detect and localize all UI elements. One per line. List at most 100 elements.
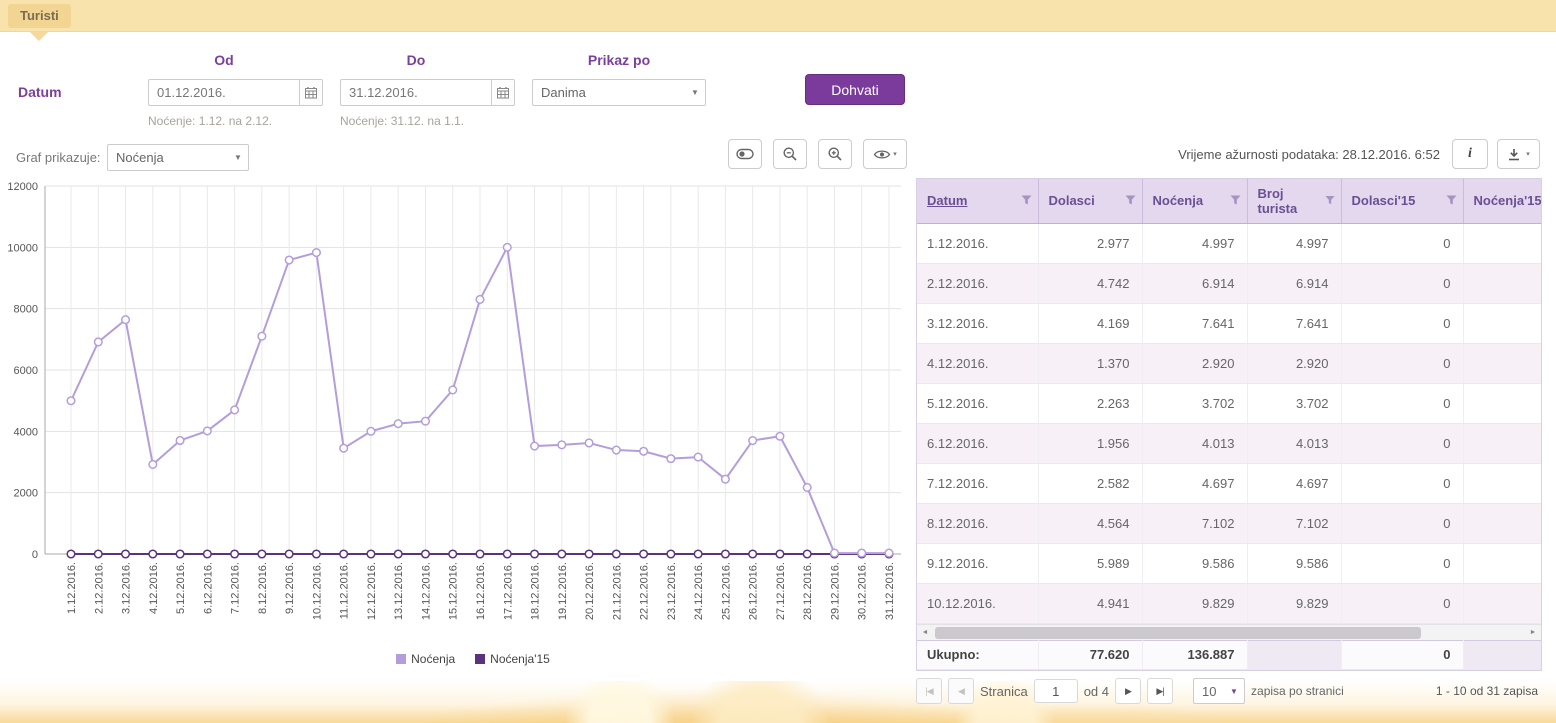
top-bar: Turisti [0,0,1556,32]
table-row[interactable]: 7.12.2016.2.5824.6974.6970 [917,463,1542,503]
prikaz-po-label: Prikaz po [532,52,706,68]
column-header[interactable]: Broj turista [1247,179,1341,223]
table-row[interactable]: 6.12.2016.1.9564.0134.0130 [917,423,1542,463]
svg-text:1.12.2016.: 1.12.2016. [66,562,78,614]
pagination-bar: |◀ ◀ Stranica od 4 ▶ ▶| 10 ▼ zapisa po s… [916,676,1540,706]
zoom-in-icon [827,146,843,162]
table-row[interactable]: 10.12.2016.4.9419.8299.8290 [917,583,1542,623]
table-cell: 5.12.2016. [917,383,1038,423]
svg-text:13.12.2016.: 13.12.2016. [393,562,405,620]
table-cell [1463,303,1542,343]
date-from-group: Od Noćenje: 1.12. na 2.12. [148,52,323,128]
table-cell: 4.12.2016. [917,343,1038,383]
legend-item[interactable]: Noćenja'15 [475,652,550,666]
page-count-label: od 4 [1084,684,1109,699]
svg-text:7.12.2016.: 7.12.2016. [230,562,242,614]
stranica-label: Stranica [980,684,1028,699]
table-cell [1463,503,1542,543]
filter-icon[interactable] [1125,195,1136,206]
toggle-icon [736,147,754,161]
page-size-suffix: zapisa po stranici [1251,684,1344,698]
column-header[interactable]: Dolasci [1038,179,1142,223]
download-button[interactable]: ▾ [1497,139,1540,169]
series-visibility-button[interactable]: ▾ [863,139,907,169]
next-page-button[interactable]: ▶ [1115,678,1141,704]
column-header-label: Broj turista [1258,186,1321,216]
calendar-icon [304,86,318,99]
table-row[interactable]: 3.12.2016.4.1697.6417.6410 [917,303,1542,343]
column-header[interactable]: Noćenja [1142,179,1247,223]
last-page-button[interactable]: ▶| [1147,678,1173,704]
table-cell: 4.697 [1247,463,1341,503]
table-row[interactable]: 9.12.2016.5.9899.5869.5860 [917,543,1542,583]
table-cell: 0 [1341,263,1463,303]
table-cell: 9.586 [1247,543,1341,583]
filter-icon[interactable] [1446,195,1457,206]
table-cell: 1.370 [1038,343,1142,383]
chart-toggle-button[interactable] [728,139,762,169]
chevron-down-icon: ▼ [228,153,248,162]
table-cell [1463,263,1542,303]
table-cell: 0 [1341,343,1463,383]
svg-text:10.12.2016.: 10.12.2016. [311,562,323,620]
dohvati-button[interactable]: Dohvati [805,74,905,105]
filter-icon[interactable] [1021,195,1032,206]
filter-icon[interactable] [1230,195,1241,206]
date-to-calendar-button[interactable] [492,79,515,106]
filter-icon[interactable] [1325,195,1335,206]
od-help-text: Noćenje: 1.12. na 2.12. [148,114,323,128]
legend-item[interactable]: Noćenja [396,652,455,666]
table-cell: 9.586 [1142,543,1247,583]
prikaz-po-select[interactable]: Danima ▼ [532,79,706,106]
datum-label: Datum [18,84,62,100]
scroll-left-button[interactable]: ◄ [917,625,933,641]
svg-text:2000: 2000 [14,488,38,500]
date-from-calendar-button[interactable] [300,79,323,106]
table-row[interactable]: 4.12.2016.1.3702.9202.9200 [917,343,1542,383]
table-row[interactable]: 2.12.2016.4.7426.9146.9140 [917,263,1542,303]
column-header[interactable]: Datum [917,179,1038,223]
page-size-select[interactable]: 10 ▼ [1193,678,1245,704]
horizontal-scrollbar[interactable]: ◄ ► [917,624,1541,640]
legend-label: Noćenja [411,652,455,666]
first-page-button[interactable]: |◀ [916,678,942,704]
svg-text:5.12.2016.: 5.12.2016. [175,562,187,614]
table-row[interactable]: 1.12.2016.2.9774.9974.9970 [917,223,1542,263]
svg-text:27.12.2016.: 27.12.2016. [775,562,787,620]
footer-total-label: Ukupno: [917,640,1038,669]
table-row[interactable]: 5.12.2016.2.2633.7023.7020 [917,383,1542,423]
table-footer: Ukupno:77.620136.8870 [917,640,1542,670]
table-cell: 0 [1341,223,1463,263]
prev-page-button[interactable]: ◀ [948,678,974,704]
column-header[interactable]: Noćenja'15 [1463,179,1542,223]
zoom-out-icon [782,146,798,162]
date-from-input[interactable] [148,79,300,106]
table-row[interactable]: 8.12.2016.4.5647.1027.1020 [917,503,1542,543]
column-header-label[interactable]: Datum [927,193,967,208]
scroll-right-button[interactable]: ► [1525,625,1541,641]
info-icon: i [1468,146,1472,162]
zoom-out-button[interactable] [773,139,807,169]
table-cell: 10.12.2016. [917,583,1038,623]
date-to-input[interactable] [340,79,492,106]
svg-text:15.12.2016.: 15.12.2016. [448,562,460,620]
table-cell: 4.564 [1038,503,1142,543]
svg-text:22.12.2016.: 22.12.2016. [639,562,651,620]
info-button[interactable]: i [1452,139,1488,169]
zoom-in-button[interactable] [818,139,852,169]
svg-text:28.12.2016.: 28.12.2016. [802,562,814,620]
page-number-input[interactable] [1034,679,1078,703]
table-cell: 0 [1341,303,1463,343]
graf-prikazuje-select[interactable]: Noćenja ▼ [107,144,249,171]
do-help-text: Noćenje: 31.12. na 1.1. [340,114,515,128]
table-cell: 7.641 [1142,303,1247,343]
tab-turisti[interactable]: Turisti [8,4,71,28]
table-cell: 6.914 [1247,263,1341,303]
calendar-icon [496,86,510,99]
scrollbar-thumb[interactable] [935,627,1421,639]
column-header[interactable]: Dolasci'15 [1341,179,1463,223]
table-cell: 2.920 [1247,343,1341,383]
svg-text:21.12.2016.: 21.12.2016. [611,562,623,620]
svg-text:25.12.2016.: 25.12.2016. [720,562,732,620]
svg-text:6000: 6000 [14,365,38,377]
